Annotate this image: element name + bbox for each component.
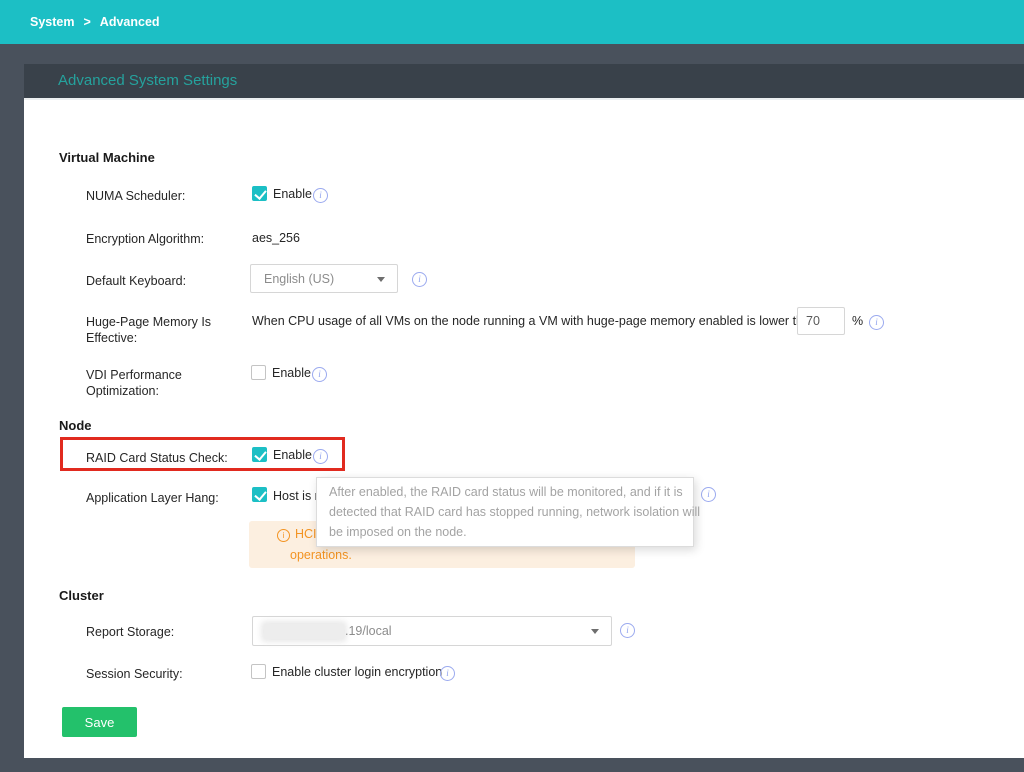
warning-info-icon [277, 529, 290, 542]
warning-line2: operations. [290, 548, 352, 562]
breadcrumb-separator-icon: > [83, 15, 90, 29]
hugepage-info-icon[interactable] [869, 315, 884, 330]
save-button[interactable]: Save [62, 707, 137, 737]
breadcrumb-advanced: Advanced [100, 15, 160, 29]
page-title: Advanced System Settings [58, 64, 237, 98]
vdi-info-icon[interactable] [312, 367, 327, 382]
apphang-checkbox[interactable] [252, 487, 267, 502]
session-security-checkbox[interactable] [251, 664, 266, 679]
report-storage-label: Report Storage: [86, 624, 174, 640]
chevron-down-icon [591, 629, 599, 634]
raid-enable-checkbox[interactable] [252, 447, 267, 462]
encryption-algorithm-label: Encryption Algorithm: [86, 231, 204, 247]
numa-enable-checkbox[interactable] [252, 186, 267, 201]
hugepage-condition-text: When CPU usage of all VMs on the node ru… [252, 314, 817, 328]
vdi-enable-checkbox[interactable] [251, 365, 266, 380]
topbar: System > Advanced [0, 0, 1024, 44]
default-keyboard-label: Default Keyboard: [86, 273, 186, 289]
session-security-info-icon[interactable] [440, 666, 455, 681]
raid-card-status-label: RAID Card Status Check: [86, 450, 228, 466]
hugepage-unit: % [852, 314, 863, 328]
tooltip-line3: be imposed on the node. [329, 522, 681, 542]
redacted-storage-name [264, 624, 344, 639]
report-storage-value: .19/local [345, 624, 392, 638]
section-heading-node: Node [59, 418, 92, 433]
breadcrumb-system[interactable]: System [30, 15, 74, 29]
warning-line1: HCI [295, 527, 317, 541]
apphang-info-icon[interactable] [701, 487, 716, 502]
breadcrumb: System > Advanced [30, 0, 160, 44]
report-storage-select[interactable]: .19/local [252, 616, 612, 646]
hugepage-memory-label: Huge-Page Memory Is Effective: [86, 314, 231, 346]
session-security-label: Session Security: [86, 666, 183, 682]
apphang-checkbox-label[interactable]: Host is r [273, 489, 319, 503]
section-heading-cluster: Cluster [59, 588, 104, 603]
tooltip-line2: detected that RAID card has stopped runn… [329, 502, 681, 522]
default-keyboard-value: English (US) [264, 272, 334, 286]
vdi-optimization-label: VDI Performance Optimization: [86, 367, 226, 399]
numa-enable-checkbox-label[interactable]: Enable [273, 187, 312, 201]
panel-header: Advanced System Settings [24, 64, 1024, 100]
page: System > Advanced Advanced System Settin… [0, 0, 1024, 772]
advanced-settings-panel: Advanced System Settings [24, 64, 1024, 758]
vdi-enable-checkbox-label[interactable]: Enable [272, 366, 311, 380]
section-heading-virtual-machine: Virtual Machine [59, 150, 155, 165]
numa-info-icon[interactable] [313, 188, 328, 203]
default-keyboard-info-icon[interactable] [412, 272, 427, 287]
encryption-algorithm-value: aes_256 [252, 231, 300, 245]
raid-info-icon[interactable] [313, 449, 328, 464]
application-layer-hang-label: Application Layer Hang: [86, 490, 219, 506]
session-security-checkbox-label[interactable]: Enable cluster login encryption [272, 665, 442, 679]
report-storage-info-icon[interactable] [620, 623, 635, 638]
hugepage-threshold-input[interactable] [797, 307, 845, 335]
raid-enable-checkbox-label[interactable]: Enable [273, 448, 312, 462]
numa-scheduler-label: NUMA Scheduler: [86, 188, 185, 204]
chevron-down-icon [377, 277, 385, 282]
default-keyboard-select[interactable]: English (US) [250, 264, 398, 293]
raid-tooltip: After enabled, the RAID card status will… [316, 477, 694, 547]
tooltip-line1: After enabled, the RAID card status will… [329, 482, 681, 502]
